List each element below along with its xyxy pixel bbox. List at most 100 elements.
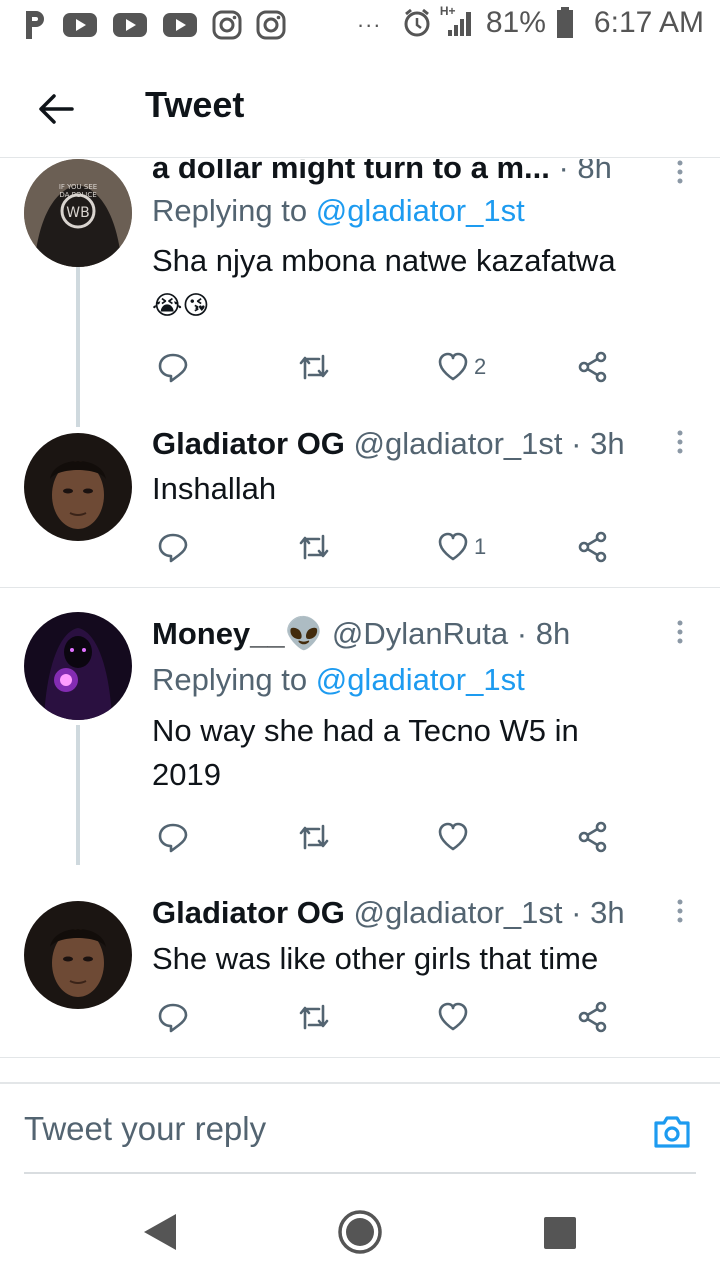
home-circle-icon — [338, 1210, 382, 1254]
retweet-icon — [299, 824, 329, 850]
back-button[interactable] — [32, 85, 80, 133]
share-icon — [578, 1001, 607, 1033]
reply-icon — [158, 823, 188, 853]
tweet-item[interactable]: WB IF YOU SEE DA POLICE a dollar might t… — [0, 159, 720, 427]
reply-button[interactable] — [156, 347, 190, 387]
system-nav-bar — [0, 1190, 720, 1280]
tweet-item[interactable]: Gladiator OG @gladiator_1st · 3h She was… — [0, 889, 720, 1057]
like-count: 1 — [474, 534, 487, 559]
author-handle[interactable]: @DylanRuta — [332, 616, 508, 651]
like-button[interactable]: 1 — [436, 527, 486, 567]
tweet-text-top: a dollar might turn to a m... — [152, 159, 550, 185]
author-name[interactable]: Gladiator OG — [152, 895, 345, 930]
network-type: H+ — [439, 4, 456, 18]
retweet-icon — [299, 354, 329, 380]
reply-button[interactable] — [156, 817, 190, 857]
reply-icon — [158, 533, 188, 563]
tweet-header: a dollar might turn to a m... · 8h — [152, 159, 612, 187]
share-button[interactable] — [576, 817, 610, 857]
reply-icon — [158, 1003, 188, 1033]
share-icon — [578, 531, 607, 563]
p-icon — [22, 8, 48, 42]
reply-button[interactable] — [156, 997, 190, 1037]
tweet-text: No way she had a Tecno W5 in 2019 — [152, 713, 579, 792]
tweet-time: 3h — [590, 895, 625, 930]
battery-percent: 81% — [485, 6, 546, 39]
reply-input[interactable] — [24, 1106, 624, 1152]
youtube-icon — [62, 12, 98, 38]
retweet-button[interactable] — [296, 527, 332, 567]
reply-icon — [158, 353, 188, 383]
instagram-icon — [212, 10, 242, 40]
like-button[interactable] — [436, 817, 474, 857]
tweet-actions — [152, 997, 622, 1037]
like-count: 2 — [474, 354, 487, 379]
nav-home-button[interactable] — [336, 1208, 384, 1261]
replying-to: Replying to @gladiator_1st — [152, 662, 525, 697]
like-button[interactable] — [436, 997, 474, 1037]
signal-icon: H+ — [440, 4, 476, 38]
youtube-icon — [162, 12, 198, 38]
reply-composer — [0, 1082, 720, 1174]
tweet-thread[interactable]: WB IF YOU SEE DA POLICE a dollar might t… — [0, 159, 720, 1081]
share-icon — [578, 821, 607, 853]
tweet-header: Money__👽 @DylanRuta · 8h — [152, 616, 571, 651]
more-options-button[interactable] — [670, 429, 690, 459]
heart-icon — [438, 1002, 468, 1031]
retweet-icon — [299, 534, 329, 560]
avatar[interactable]: WB IF YOU SEE DA POLICE — [24, 159, 132, 267]
tweet-time: 8h — [535, 616, 571, 651]
tweet-actions — [152, 817, 622, 857]
back-triangle-icon — [144, 1214, 176, 1250]
share-button[interactable] — [576, 997, 610, 1037]
tweet-text: Inshallah — [152, 471, 277, 506]
alarm-icon — [402, 8, 432, 38]
author-handle[interactable]: @gladiator_1st — [354, 895, 563, 930]
retweet-button[interactable] — [296, 347, 332, 387]
tweet-text: She was like other girls that time — [152, 941, 599, 976]
author-name[interactable]: Money__ — [152, 616, 285, 651]
svg-text:IF YOU SEE: IF YOU SEE — [59, 183, 97, 191]
share-button[interactable] — [576, 527, 610, 567]
author-handle[interactable]: @gladiator_1st — [354, 426, 563, 461]
mention-link[interactable]: @gladiator_1st — [316, 193, 525, 228]
avatar[interactable] — [24, 433, 132, 541]
thread-line — [76, 267, 80, 427]
alien-emoji: 👽 — [284, 616, 324, 651]
more-vertical-icon — [677, 160, 683, 184]
tweet-emoji: 😭😘 — [152, 290, 210, 320]
more-vertical-icon — [677, 899, 683, 923]
avatar[interactable] — [24, 612, 132, 720]
nav-recents-button[interactable] — [543, 1216, 577, 1255]
share-icon — [578, 351, 607, 383]
composer-underline — [24, 1172, 696, 1174]
nav-back-button[interactable] — [140, 1210, 180, 1259]
more-options-button[interactable] — [670, 159, 690, 189]
reply-button[interactable] — [156, 527, 190, 567]
like-button[interactable]: 2 — [436, 347, 486, 387]
camera-button[interactable] — [652, 1114, 692, 1155]
tweet-time: 3h — [590, 426, 625, 461]
author-name[interactable]: Gladiator OG — [152, 426, 345, 461]
heart-icon — [438, 352, 468, 381]
instagram-icon — [256, 10, 286, 40]
retweet-button[interactable] — [296, 997, 332, 1037]
tweet-item[interactable]: Money__👽 @DylanRuta · 8h Replying to @gl… — [0, 599, 720, 869]
tweet-header: Gladiator OG @gladiator_1st · 3h — [152, 426, 625, 461]
avatar[interactable] — [24, 901, 132, 1009]
svg-text:DA POLICE: DA POLICE — [59, 191, 96, 199]
retweet-icon — [299, 1004, 329, 1030]
more-options-button[interactable] — [670, 898, 690, 928]
app-header: Tweet — [0, 60, 720, 158]
replying-to: Replying to @gladiator_1st — [152, 193, 525, 228]
tweet-actions: 2 — [152, 347, 622, 387]
mention-link[interactable]: @gladiator_1st — [316, 662, 525, 697]
share-button[interactable] — [576, 347, 610, 387]
tweet-item[interactable]: Gladiator OG @gladiator_1st · 3h Inshall… — [0, 421, 720, 589]
more-options-button[interactable] — [670, 619, 690, 649]
youtube-icon — [112, 12, 148, 38]
heart-icon — [438, 532, 468, 561]
svg-text:WB: WB — [66, 205, 89, 221]
retweet-button[interactable] — [296, 817, 332, 857]
tweet-text: Sha njya mbona natwe kazafatwa 😭😘 — [152, 239, 692, 327]
